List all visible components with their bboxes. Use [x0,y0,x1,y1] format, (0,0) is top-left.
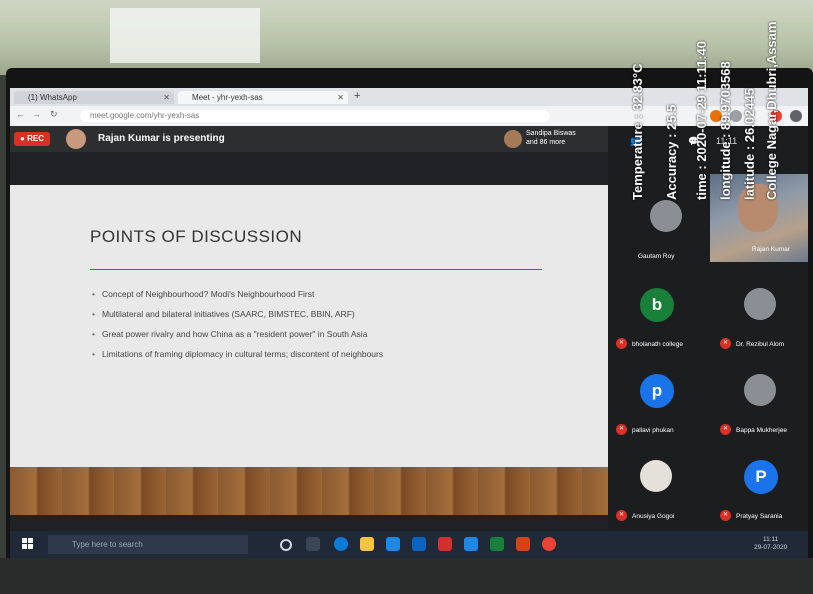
participant-name: pallavi phukan [632,427,674,434]
gps-longitude: longitude : 89.9703568 [718,61,733,200]
participant-tile[interactable]: p ✕ pallavi phukan [610,370,706,435]
gps-place: College Nagar,Dhubri,Assam [764,21,779,200]
avatar: P [744,460,778,494]
slide-divider [90,269,542,270]
participant-name: Rajan Kumar [752,246,790,253]
browser-tab-bar: (1) WhatsApp ✕ Meet - yhr-yexh-sas ✕ + [10,88,808,106]
taskbar-clock[interactable]: 11:11 29-07-2020 [754,536,787,552]
presenting-label: Rajan Kumar is presenting [98,133,225,144]
laptop-screen: (1) WhatsApp ✕ Meet - yhr-yexh-sas ✕ + ←… [10,88,808,558]
avatar [640,460,672,492]
mail-icon[interactable] [412,537,426,551]
forward-icon[interactable]: → [32,109,41,119]
avatar: b [640,288,674,322]
app-icon[interactable] [438,537,452,551]
background-wall [0,0,813,75]
taskbar-date: 29-07-2020 [754,544,788,551]
powerpoint-icon[interactable] [516,537,530,551]
tab-meet[interactable]: Meet - yhr-yexh-sas ✕ [178,91,348,104]
participant-name: Dr. Rezibul Alom [736,341,785,348]
mic-off-icon: ✕ [616,510,627,521]
avatar [66,129,86,149]
chrome-icon[interactable] [542,537,556,551]
store-icon[interactable] [386,537,400,551]
avatar [504,130,522,148]
close-icon[interactable]: ✕ [163,91,170,104]
slide-bullet: Concept of Neighbourhood? Modi's Neighbo… [92,289,383,299]
slide-bullet: Limitations of framing diplomacy in cult… [92,349,383,359]
recording-badge: ● REC [14,132,50,146]
participant-name: Gautam Roy [638,253,675,260]
cortana-icon[interactable] [280,539,292,551]
word-icon[interactable] [464,537,478,551]
participant-tile[interactable]: ✕ Anusiya Gogoi [610,456,706,521]
tab-label: (1) WhatsApp [28,93,77,102]
participant-tile[interactable]: b ✕ bholanath college [610,284,706,349]
whiteboard [110,8,260,63]
slide-title: POINTS OF DISCUSSION [90,227,303,246]
new-tab-icon[interactable]: + [354,90,360,102]
taskbar-search-input[interactable]: Type here to search [48,535,248,554]
avatar [744,374,776,406]
gps-accuracy: Accuracy : 25.5 [664,104,679,200]
mic-off-icon: ✕ [720,424,731,435]
slide-bullet: Multilateral and bilateral initiatives (… [92,309,383,319]
file-explorer-icon[interactable] [360,537,374,551]
participant-name: Pratyay Sarania [736,513,783,520]
avatar: p [640,374,674,408]
mic-off-icon: ✕ [720,510,731,521]
windows-taskbar: Type here to search 11:11 29-07-2020 [10,531,808,558]
excel-icon[interactable] [490,537,504,551]
tab-label: Meet - yhr-yexh-sas [192,93,263,102]
participant-tile[interactable]: ✕ Dr. Rezibul Alom [714,284,808,349]
mic-off-icon: ✕ [616,424,627,435]
gps-latitude: latitude : 26.02445 [742,88,757,200]
participant-tile[interactable]: P ✕ Pratyay Sarania [714,456,808,521]
mic-off-icon: ✕ [720,338,731,349]
slide-bullet-list: Concept of Neighbourhood? Modi's Neighbo… [92,289,383,369]
others-label: Sandipa Biswas and 86 more [526,130,576,146]
laptop-keyboard-edge [0,558,813,594]
mic-off-icon: ✕ [616,338,627,349]
tab-whatsapp[interactable]: (1) WhatsApp ✕ [14,91,174,104]
menu-icon[interactable] [790,110,802,122]
taskbar-time: 11:11 [762,536,779,543]
participant-tile[interactable]: Gautam Roy [616,196,712,260]
windows-start-icon[interactable] [22,538,34,550]
edge-icon[interactable] [334,537,348,551]
gps-temperature: Temperature : 32.83°C [630,63,645,200]
avatar [650,200,682,232]
participant-name: bholanath college [632,341,683,348]
task-view-icon[interactable] [306,537,320,551]
address-bar: ← → ↻ meet.google.com/yhr-yexh-sas [10,106,808,126]
participant-tile[interactable]: ✕ Bappa Mukherjee [714,370,808,435]
url-field[interactable]: meet.google.com/yhr-yexh-sas [80,110,550,122]
participant-name: Anusiya Gogoi [632,513,675,520]
close-icon[interactable]: ✕ [337,91,344,104]
rec-label: REC [27,134,44,143]
reload-icon[interactable]: ↻ [50,109,58,120]
gps-time: time : 2020-07-29 11:11:40 [694,41,709,200]
back-icon[interactable]: ← [16,109,25,119]
slide-wood-floor [10,467,608,515]
avatar [744,288,776,320]
presentation-slide: POINTS OF DISCUSSION Concept of Neighbou… [10,185,608,515]
slide-bullet: Great power rivalry and how China as a "… [92,329,383,339]
participant-name: Bappa Mukherjee [736,427,787,434]
